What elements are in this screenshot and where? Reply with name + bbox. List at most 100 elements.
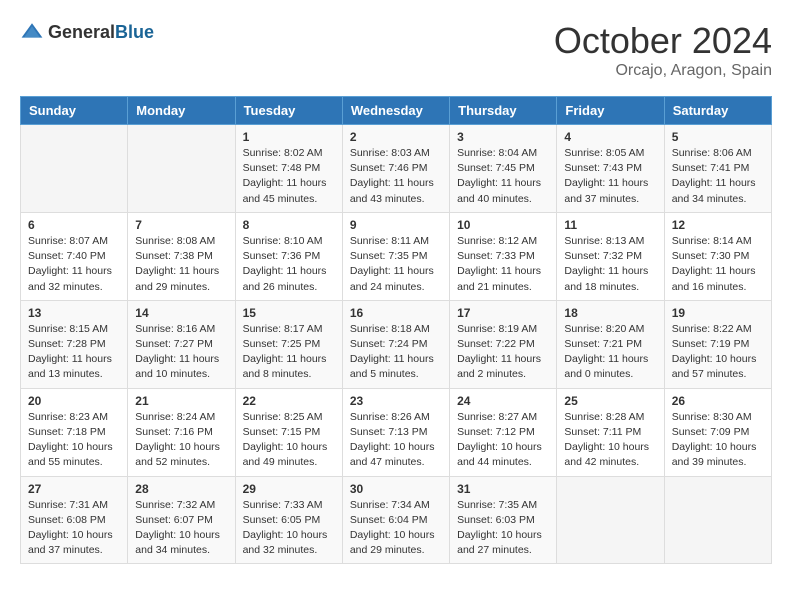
logo: GeneralBlue — [20, 20, 154, 44]
day-of-week-header: Saturday — [664, 97, 771, 125]
day-info: Sunrise: 8:19 AMSunset: 7:22 PMDaylight:… — [457, 322, 549, 383]
day-info: Sunrise: 8:26 AMSunset: 7:13 PMDaylight:… — [350, 410, 442, 471]
day-of-week-header: Monday — [128, 97, 235, 125]
calendar-cell: 5 Sunrise: 8:06 AMSunset: 7:41 PMDaylight… — [664, 125, 771, 213]
day-info: Sunrise: 7:35 AMSunset: 6:03 PMDaylight:… — [457, 498, 549, 559]
day-of-week-header: Sunday — [21, 97, 128, 125]
day-number: 24 — [457, 394, 549, 408]
calendar-cell: 2 Sunrise: 8:03 AMSunset: 7:46 PMDaylight… — [342, 125, 449, 213]
calendar-cell: 12 Sunrise: 8:14 AMSunset: 7:30 PMDayligh… — [664, 212, 771, 300]
day-info: Sunrise: 8:15 AMSunset: 7:28 PMDaylight:… — [28, 322, 120, 383]
calendar-cell: 6 Sunrise: 8:07 AMSunset: 7:40 PMDaylight… — [21, 212, 128, 300]
day-number: 11 — [564, 218, 656, 232]
calendar-cell: 3Sunrise: 8:04 AMSunset: 7:45 PMDaylight… — [450, 125, 557, 213]
day-number: 27 — [28, 482, 120, 496]
calendar-cell: 1 Sunrise: 8:02 AMSunset: 7:48 PMDaylight… — [235, 125, 342, 213]
day-info: Sunrise: 7:31 AMSunset: 6:08 PMDaylight:… — [28, 498, 120, 559]
day-number: 20 — [28, 394, 120, 408]
calendar-header-row: SundayMondayTuesdayWednesdayThursdayFrid… — [21, 97, 772, 125]
day-number: 19 — [672, 306, 764, 320]
day-info: Sunrise: 8:25 AMSunset: 7:15 PMDaylight:… — [243, 410, 335, 471]
calendar-cell: 24 Sunrise: 8:27 AMSunset: 7:12 PMDayligh… — [450, 388, 557, 476]
calendar-cell: 17 Sunrise: 8:19 AMSunset: 7:22 PMDayligh… — [450, 300, 557, 388]
calendar-cell: 25Sunrise: 8:28 AMSunset: 7:11 PMDayligh… — [557, 388, 664, 476]
logo-icon — [20, 20, 44, 44]
day-number: 6 — [28, 218, 120, 232]
day-number: 25 — [564, 394, 656, 408]
day-number: 13 — [28, 306, 120, 320]
calendar-cell: 31 Sunrise: 7:35 AMSunset: 6:03 PMDayligh… — [450, 476, 557, 564]
calendar-cell: 23 Sunrise: 8:26 AMSunset: 7:13 PMDayligh… — [342, 388, 449, 476]
day-number: 14 — [135, 306, 227, 320]
day-number: 16 — [350, 306, 442, 320]
calendar-week-row: 13 Sunrise: 8:15 AMSunset: 7:28 PMDayligh… — [21, 300, 772, 388]
calendar-cell — [128, 125, 235, 213]
day-info: Sunrise: 8:16 AMSunset: 7:27 PMDaylight:… — [135, 322, 227, 383]
day-number: 9 — [350, 218, 442, 232]
calendar-cell: 10 Sunrise: 8:12 AMSunset: 7:33 PMDayligh… — [450, 212, 557, 300]
calendar-cell: 29Sunrise: 7:33 AMSunset: 6:05 PMDayligh… — [235, 476, 342, 564]
day-info: Sunrise: 8:04 AMSunset: 7:45 PMDaylight:… — [457, 146, 549, 207]
day-number: 10 — [457, 218, 549, 232]
calendar-week-row: 27 Sunrise: 7:31 AMSunset: 6:08 PMDayligh… — [21, 476, 772, 564]
calendar-week-row: 6 Sunrise: 8:07 AMSunset: 7:40 PMDaylight… — [21, 212, 772, 300]
calendar-cell: 18 Sunrise: 8:20 AMSunset: 7:21 PMDayligh… — [557, 300, 664, 388]
day-info: Sunrise: 8:20 AMSunset: 7:21 PMDaylight:… — [564, 322, 656, 383]
day-info: Sunrise: 8:07 AMSunset: 7:40 PMDaylight:… — [28, 234, 120, 295]
calendar-cell: 9Sunrise: 8:11 AMSunset: 7:35 PMDaylight… — [342, 212, 449, 300]
calendar-cell: 20Sunrise: 8:23 AMSunset: 7:18 PMDayligh… — [21, 388, 128, 476]
day-info: Sunrise: 7:32 AMSunset: 6:07 PMDaylight:… — [135, 498, 227, 559]
day-info: Sunrise: 8:14 AMSunset: 7:30 PMDaylight:… — [672, 234, 764, 295]
day-number: 15 — [243, 306, 335, 320]
day-number: 18 — [564, 306, 656, 320]
calendar-cell: 14 Sunrise: 8:16 AMSunset: 7:27 PMDayligh… — [128, 300, 235, 388]
day-info: Sunrise: 8:17 AMSunset: 7:25 PMDaylight:… — [243, 322, 335, 383]
calendar-cell: 16 Sunrise: 8:18 AMSunset: 7:24 PMDayligh… — [342, 300, 449, 388]
location-title: Orcajo, Aragon, Spain — [554, 62, 772, 80]
day-info: Sunrise: 7:34 AMSunset: 6:04 PMDaylight:… — [350, 498, 442, 559]
day-number: 5 — [672, 130, 764, 144]
day-info: Sunrise: 8:24 AMSunset: 7:16 PMDaylight:… — [135, 410, 227, 471]
calendar-cell — [21, 125, 128, 213]
day-number: 30 — [350, 482, 442, 496]
day-info: Sunrise: 8:18 AMSunset: 7:24 PMDaylight:… — [350, 322, 442, 383]
calendar-cell — [664, 476, 771, 564]
day-info: Sunrise: 8:02 AMSunset: 7:48 PMDaylight:… — [243, 146, 335, 207]
calendar-cell: 7 Sunrise: 8:08 AMSunset: 7:38 PMDaylight… — [128, 212, 235, 300]
calendar-cell: 15 Sunrise: 8:17 AMSunset: 7:25 PMDayligh… — [235, 300, 342, 388]
day-number: 1 — [243, 130, 335, 144]
day-of-week-header: Tuesday — [235, 97, 342, 125]
day-info: Sunrise: 8:06 AMSunset: 7:41 PMDaylight:… — [672, 146, 764, 207]
day-number: 23 — [350, 394, 442, 408]
day-info: Sunrise: 8:08 AMSunset: 7:38 PMDaylight:… — [135, 234, 227, 295]
calendar-week-row: 20Sunrise: 8:23 AMSunset: 7:18 PMDayligh… — [21, 388, 772, 476]
day-info: Sunrise: 7:33 AMSunset: 6:05 PMDaylight:… — [243, 498, 335, 559]
day-number: 17 — [457, 306, 549, 320]
day-info: Sunrise: 8:27 AMSunset: 7:12 PMDaylight:… — [457, 410, 549, 471]
day-number: 7 — [135, 218, 227, 232]
day-info: Sunrise: 8:10 AMSunset: 7:36 PMDaylight:… — [243, 234, 335, 295]
logo-text-blue: Blue — [115, 22, 154, 42]
calendar-week-row: 1 Sunrise: 8:02 AMSunset: 7:48 PMDaylight… — [21, 125, 772, 213]
calendar-cell: 26 Sunrise: 8:30 AMSunset: 7:09 PMDayligh… — [664, 388, 771, 476]
day-number: 26 — [672, 394, 764, 408]
calendar-cell: 8Sunrise: 8:10 AMSunset: 7:36 PMDaylight… — [235, 212, 342, 300]
logo-text-general: General — [48, 22, 115, 42]
calendar-table: SundayMondayTuesdayWednesdayThursdayFrid… — [20, 96, 772, 564]
calendar-cell: 19Sunrise: 8:22 AMSunset: 7:19 PMDayligh… — [664, 300, 771, 388]
day-of-week-header: Friday — [557, 97, 664, 125]
calendar-cell — [557, 476, 664, 564]
day-number: 12 — [672, 218, 764, 232]
day-number: 2 — [350, 130, 442, 144]
calendar-cell: 30 Sunrise: 7:34 AMSunset: 6:04 PMDayligh… — [342, 476, 449, 564]
calendar-cell: 21Sunrise: 8:24 AMSunset: 7:16 PMDayligh… — [128, 388, 235, 476]
day-number: 31 — [457, 482, 549, 496]
month-title: October 2024 — [554, 20, 772, 62]
calendar-cell: 27 Sunrise: 7:31 AMSunset: 6:08 PMDayligh… — [21, 476, 128, 564]
day-number: 28 — [135, 482, 227, 496]
day-info: Sunrise: 8:30 AMSunset: 7:09 PMDaylight:… — [672, 410, 764, 471]
day-of-week-header: Thursday — [450, 97, 557, 125]
day-info: Sunrise: 8:12 AMSunset: 7:33 PMDaylight:… — [457, 234, 549, 295]
day-number: 4 — [564, 130, 656, 144]
day-info: Sunrise: 8:03 AMSunset: 7:46 PMDaylight:… — [350, 146, 442, 207]
